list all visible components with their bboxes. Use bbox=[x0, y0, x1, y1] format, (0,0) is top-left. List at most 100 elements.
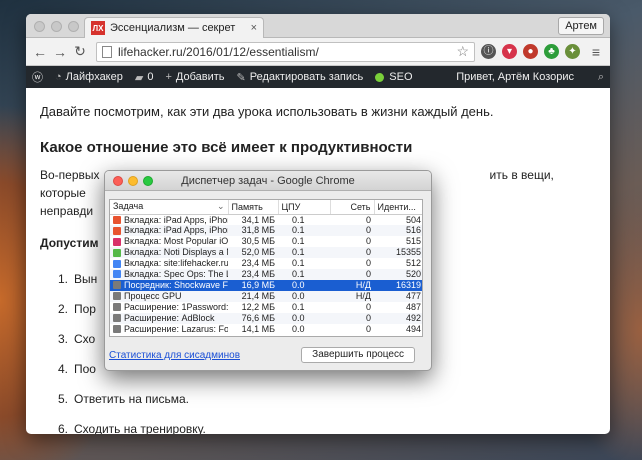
extension-icons: ⓘ ▾ ● ♣ ✦ ≡ bbox=[481, 44, 606, 60]
id-cell: 492 bbox=[374, 312, 422, 324]
address-bar[interactable]: lifehacker.ru/2016/01/12/essentialism/ ☆ bbox=[96, 41, 475, 62]
browser-toolbar: ← → ↻ lifehacker.ru/2016/01/12/essential… bbox=[26, 38, 610, 66]
table-row[interactable]: Процесс GPU 21,4 МБ 0.0 Н/Д 477 bbox=[110, 290, 422, 302]
page-icon bbox=[102, 45, 112, 58]
admin-site-link[interactable]: ◔ Лайфхакер bbox=[55, 71, 123, 83]
task-cell: Вкладка: Most Popular iOS bbox=[110, 236, 228, 247]
process-table: Задача ⌄ Память ЦПУ Сеть Иденти... Вкладк… bbox=[110, 200, 422, 335]
plus-icon: + bbox=[165, 71, 172, 83]
task-name: Вкладка: Noti Displays a N bbox=[124, 247, 228, 258]
process-favicon-icon bbox=[113, 270, 121, 279]
zoom-window-button[interactable] bbox=[68, 21, 79, 32]
network-cell: 0 bbox=[330, 225, 374, 237]
task-name: Вкладка: iPad Apps, iPhon bbox=[124, 225, 228, 236]
end-process-button[interactable]: Завершить процесс bbox=[301, 347, 415, 363]
cpu-cell: 0.0 bbox=[278, 290, 330, 302]
minimize-dialog-button[interactable] bbox=[128, 176, 138, 186]
network-cell: 0 bbox=[365, 236, 371, 247]
id-cell: 520 bbox=[374, 269, 422, 280]
minimize-window-button[interactable] bbox=[51, 21, 62, 32]
task-cell: Процесс GPU bbox=[110, 290, 228, 302]
back-icon[interactable]: ← bbox=[30, 44, 50, 60]
task-name: Расширение: Lazarus: For bbox=[124, 323, 228, 334]
task-name: Процесс GPU bbox=[124, 290, 182, 301]
sort-chevron-icon: ⌄ bbox=[216, 201, 225, 212]
task-cell: Вкладка: Noti Displays a N bbox=[110, 247, 228, 259]
process-table-container[interactable]: Задача ⌄ Память ЦПУ Сеть Иденти... Вкладк… bbox=[109, 199, 423, 337]
cpu-cell: 0.0 bbox=[278, 312, 330, 324]
cpu-cell: 0.1 bbox=[292, 214, 305, 225]
task-cell: Вкладка: Spec Ops: The L bbox=[110, 269, 228, 280]
admin-add-link[interactable]: + Добавить bbox=[165, 71, 224, 83]
task-name: Вкладка: Spec Ops: The L bbox=[124, 269, 228, 280]
pencil-icon: ✎ bbox=[236, 71, 246, 84]
table-row[interactable]: Вкладка: Noti Displays a N 52,0 МБ 0.1 0 153… bbox=[110, 247, 422, 259]
admin-greeting[interactable]: Привет, Артём Козорис bbox=[456, 71, 574, 83]
reload-icon[interactable]: ↻ bbox=[70, 43, 90, 60]
list-item: 6. Сходить на тренировку. bbox=[58, 422, 206, 434]
column-header-network[interactable]: Сеть bbox=[330, 200, 375, 215]
column-header-memory[interactable]: Память bbox=[228, 200, 279, 215]
table-row[interactable]: Вкладка: iPad Apps, iPhon 31,8 МБ 0.1 0 516 bbox=[110, 225, 422, 237]
seo-status-icon bbox=[375, 72, 385, 82]
network-cell: 0 bbox=[365, 214, 371, 225]
info-icon[interactable]: ⓘ bbox=[481, 44, 496, 59]
list-item: 5. Ответить на письма. bbox=[58, 392, 189, 406]
memory-cell: 21,4 МБ bbox=[228, 290, 278, 302]
column-header-id[interactable]: Иденти... bbox=[374, 200, 422, 215]
table-row[interactable]: Посредник: Shockwave Fl 16,9 МБ 0.0 Н/Д 1631… bbox=[110, 279, 422, 291]
forward-icon[interactable]: → bbox=[50, 44, 70, 60]
table-row[interactable]: Вкладка: iPad Apps, iPhon 34,1 МБ 0.1 0 504 bbox=[110, 214, 422, 225]
car-icon[interactable]: ● bbox=[523, 44, 538, 59]
column-header-task[interactable]: Задача ⌄ bbox=[110, 200, 229, 215]
zoom-dialog-button[interactable] bbox=[143, 176, 153, 186]
article-heading: Какое отношение это всё имеет к продукти… bbox=[40, 139, 413, 156]
id-cell: 515 bbox=[405, 236, 421, 247]
task-name: Вкладка: site:lifehacker.ru bbox=[124, 258, 228, 269]
task-cell: Расширение: 1Password: bbox=[110, 302, 228, 313]
task-manager-title: Диспетчер задач - Google Chrome bbox=[181, 175, 355, 187]
tab-close-icon[interactable]: × bbox=[251, 22, 257, 34]
article-lead: Давайте посмотрим, как эти два урока исп… bbox=[40, 104, 494, 119]
wp-admin-bar: ⓦ ◔ Лайфхакер ▰ 0 + Добавить ✎ Редактиро… bbox=[26, 66, 610, 88]
pocket-icon[interactable]: ▾ bbox=[502, 44, 517, 59]
process-favicon-icon bbox=[113, 226, 121, 235]
stats-for-nerds-link[interactable]: Статистика для сисадминов bbox=[109, 350, 240, 361]
tab-strip: ЛХ Эссенциализм — секрет × Артем bbox=[26, 14, 610, 38]
url-text[interactable]: lifehacker.ru/2016/01/12/essentialism/ bbox=[118, 45, 456, 59]
bookmark-star-icon[interactable]: ☆ bbox=[456, 43, 469, 60]
browser-tab[interactable]: ЛХ Эссенциализм — секрет × bbox=[84, 17, 264, 38]
table-row[interactable]: Расширение: AdBlock 76,6 МБ 0.0 0 492 bbox=[110, 312, 422, 324]
admin-edit-link[interactable]: ✎ Редактировать запись bbox=[237, 71, 364, 84]
table-row[interactable]: Вкладка: Spec Ops: The L 23,4 МБ 0.1 0 520 bbox=[110, 269, 422, 280]
network-cell: Н/Д bbox=[330, 279, 374, 291]
column-header-cpu[interactable]: ЦПУ bbox=[278, 200, 331, 215]
memory-cell: 76,6 МБ bbox=[228, 312, 278, 324]
cpu-cell: 0.1 bbox=[292, 301, 305, 312]
id-cell: 487 bbox=[405, 301, 421, 312]
admin-search-icon[interactable]: ⌕ bbox=[598, 71, 604, 84]
profile-button[interactable]: Артем bbox=[558, 17, 604, 35]
admin-seo-link[interactable]: SEO bbox=[375, 71, 413, 83]
site-name: Лайфхакер bbox=[65, 71, 123, 83]
id-cell: 504 bbox=[405, 214, 421, 225]
admin-comments-link[interactable]: ▰ 0 bbox=[135, 71, 154, 84]
process-favicon-icon bbox=[113, 259, 121, 268]
task-cell: Посредник: Shockwave Fl bbox=[110, 279, 228, 291]
menu-icon[interactable]: ≡ bbox=[586, 44, 606, 60]
tab-title: Эссенциализм — секрет bbox=[110, 22, 236, 34]
task-manager-dialog: Диспетчер задач - Google Chrome Задача ⌄ … bbox=[104, 170, 432, 371]
table-row[interactable]: Расширение: 1Password: 12,2 МБ 0.1 0 487 bbox=[110, 301, 422, 313]
table-row[interactable]: Вкладка: Most Popular iOS 30,5 МБ 0.1 0 515 bbox=[110, 236, 422, 247]
close-window-button[interactable] bbox=[34, 21, 45, 32]
table-row[interactable]: Расширение: Lazarus: For 14,1 МБ 0.0 0 494 bbox=[110, 323, 422, 335]
task-name: Посредник: Shockwave Fl bbox=[124, 279, 228, 290]
puzzle-icon[interactable]: ✦ bbox=[565, 44, 580, 59]
network-cell: 0 bbox=[330, 269, 374, 280]
table-row[interactable]: Вкладка: site:lifehacker.ru 23,4 МБ 0.1 0 51… bbox=[110, 258, 422, 269]
evernote-icon[interactable]: ♣ bbox=[544, 44, 559, 59]
id-cell: 512 bbox=[405, 258, 421, 269]
wordpress-logo-icon[interactable]: ⓦ bbox=[32, 69, 43, 85]
network-cell: 0 bbox=[330, 247, 374, 259]
close-dialog-button[interactable] bbox=[113, 176, 123, 186]
